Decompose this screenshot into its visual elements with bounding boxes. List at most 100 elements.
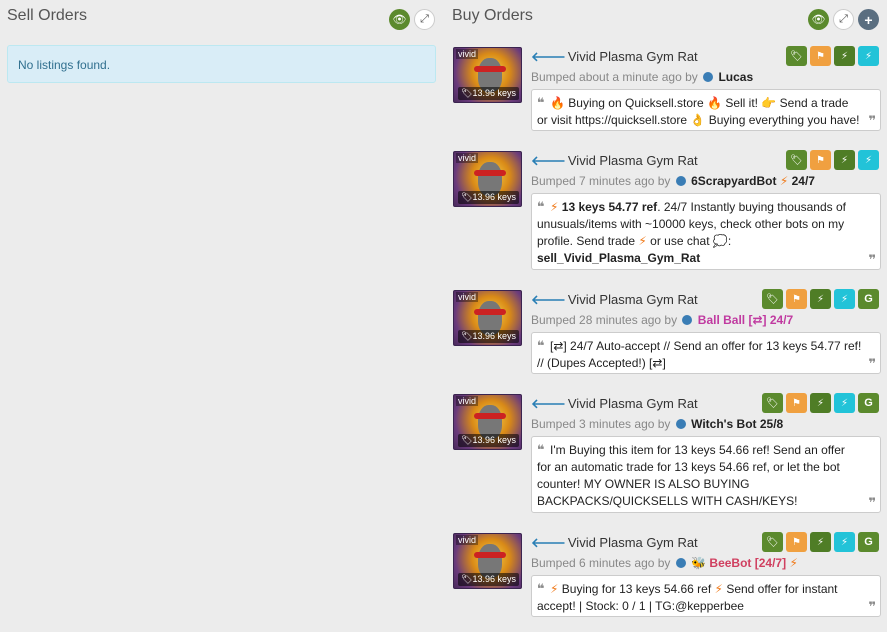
instant-trade-button[interactable]: ⚡	[858, 150, 879, 170]
price-button[interactable]: 🏷	[762, 289, 783, 309]
listing-comment: ❝ I'm Buying this item for 13 keys 54.66…	[531, 436, 881, 513]
user-link[interactable]: Witch's Bot 25/8	[691, 417, 783, 431]
lightning-icon: ⚡	[816, 536, 825, 548]
instant-trade-button[interactable]: ⚡	[834, 532, 855, 552]
arrow-left-icon: 🡐	[531, 153, 566, 168]
lightning-icon: ⚡	[549, 200, 559, 214]
lightning-icon: ⚡	[840, 397, 849, 409]
arrow-left-icon: 🡐	[531, 292, 566, 307]
expand-icon: ⤢	[839, 13, 848, 25]
tag-icon: 🏷	[461, 192, 473, 202]
trade-offer-button[interactable]: ⚡	[834, 46, 855, 66]
fire-icon: 🔥	[707, 96, 722, 110]
lightning-icon: ⚡	[789, 556, 798, 570]
lightning-icon: ⚡	[779, 174, 789, 188]
trade-offer-button[interactable]: ⚡	[810, 289, 831, 309]
instant-trade-button[interactable]: ⚡	[834, 393, 855, 413]
arrow-left-icon: 🡐	[531, 396, 566, 411]
flag-icon: ⚑	[792, 397, 801, 409]
tag-icon: 🏷	[766, 536, 779, 548]
instant-trade-button[interactable]: ⚡	[834, 289, 855, 309]
instant-trade-button[interactable]: ⚡	[858, 46, 879, 66]
listing-actions: 🏷 ⚑ ⚡ ⚡ G	[762, 393, 879, 413]
lightning-icon: ⚡	[864, 50, 873, 62]
bump-info: Bumped 6 minutes ago by 🐝 BeeBot [24/7] …	[531, 556, 798, 570]
lightning-icon: ⚡	[638, 234, 647, 248]
price-button[interactable]: 🏷	[786, 150, 807, 170]
listing-comment: ❝ ⚡ 13 keys 54.77 ref. 24/7 Instantly bu…	[531, 193, 881, 270]
user-link[interactable]: BeeBot [24/7]	[709, 556, 786, 570]
trade-offer-button[interactable]: ⚡	[834, 150, 855, 170]
flag-icon: ⚑	[816, 50, 825, 62]
sell-expand-button[interactable]: ⤢	[414, 9, 435, 30]
item-name[interactable]: 🡐 Vivid Plasma Gym Rat	[531, 49, 698, 65]
eye-icon: 👁	[392, 14, 407, 26]
flag-icon: ⚑	[792, 293, 801, 305]
price-button[interactable]: 🏷	[762, 393, 783, 413]
lightning-icon: ⚡	[549, 582, 559, 596]
g-logo-icon: G	[864, 536, 873, 548]
item-name[interactable]: 🡐 Vivid Plasma Gym Rat	[531, 292, 698, 308]
price-button[interactable]: 🏷	[762, 532, 783, 552]
user-avatar	[682, 315, 693, 325]
listing: vivid 🏷13.96 keys 🡐 Vivid Plasma Gym Rat …	[453, 532, 881, 623]
plus-icon: +	[864, 11, 873, 28]
listing-comment: ❝ ⚡ Buying for 13 keys 54.66 ref ⚡ Send …	[531, 575, 881, 617]
item-name[interactable]: 🡐 Vivid Plasma Gym Rat	[531, 396, 698, 412]
listing-comment: ❝ 🔥 Buying on Quicksell.store 🔥 Sell it!…	[531, 89, 881, 131]
item-thumbnail[interactable]: vivid 🏷13.96 keys	[453, 533, 522, 589]
lightning-icon: ⚡	[840, 536, 849, 548]
item-name[interactable]: 🡐 Vivid Plasma Gym Rat	[531, 153, 698, 169]
lightning-icon: ⚡	[840, 154, 849, 166]
quote-open-icon: ❝	[537, 442, 545, 457]
item-name[interactable]: 🡐 Vivid Plasma Gym Rat	[531, 535, 698, 551]
lightning-icon: ⚡	[840, 50, 849, 62]
quote-open-icon: ❝	[537, 199, 545, 214]
trade-offer-button[interactable]: ⚡	[810, 532, 831, 552]
quote-close-icon: ❞	[868, 495, 876, 510]
tag-icon: 🏷	[461, 88, 473, 98]
quality-label: vivid	[456, 153, 479, 163]
item-thumbnail[interactable]: vivid 🏷13.96 keys	[453, 290, 522, 346]
report-button[interactable]: ⚑	[786, 532, 807, 552]
marketplace-button[interactable]: G	[858, 289, 879, 309]
report-button[interactable]: ⚑	[786, 393, 807, 413]
arrow-left-icon: 🡐	[531, 535, 566, 550]
item-thumbnail[interactable]: vivid 🏷13.96 keys	[453, 151, 522, 207]
sell-command: sell_Vivid_Plasma_Gym_Rat	[537, 251, 701, 265]
price-tag: 🏷13.96 keys	[458, 87, 519, 100]
user-link[interactable]: 6ScrapyardBot ⚡ 24/7	[691, 174, 815, 188]
lightning-icon: ⚡	[714, 582, 723, 596]
eye-icon: 👁	[811, 14, 826, 26]
item-thumbnail[interactable]: vivid 🏷13.96 keys	[453, 394, 522, 450]
sell-empty-alert: No listings found.	[7, 45, 436, 83]
quote-close-icon: ❞	[868, 599, 876, 614]
bump-info: Bumped 3 minutes ago by Witch's Bot 25/8	[531, 417, 784, 431]
buy-visibility-toggle[interactable]: 👁	[808, 9, 829, 30]
tag-icon: 🏷	[790, 50, 803, 62]
tag-icon: 🏷	[766, 397, 779, 409]
report-button[interactable]: ⚑	[786, 289, 807, 309]
tag-icon: 🏷	[461, 574, 473, 584]
listing-actions: 🏷 ⚑ ⚡ ⚡ G	[762, 532, 879, 552]
item-thumbnail[interactable]: vivid 🏷13.96 keys	[453, 47, 522, 103]
buy-add-button[interactable]: +	[858, 9, 879, 30]
flag-icon: ⚑	[816, 154, 825, 166]
marketplace-button[interactable]: G	[858, 532, 879, 552]
report-button[interactable]: ⚑	[810, 46, 831, 66]
price-tag: 🏷13.96 keys	[458, 434, 519, 447]
price-button[interactable]: 🏷	[786, 46, 807, 66]
marketplace-button[interactable]: G	[858, 393, 879, 413]
buy-expand-button[interactable]: ⤢	[833, 9, 854, 30]
user-link[interactable]: Lucas	[718, 70, 753, 84]
trade-offer-button[interactable]: ⚡	[810, 393, 831, 413]
user-avatar	[675, 176, 686, 186]
listing-actions: 🏷 ⚑ ⚡ ⚡ G	[762, 289, 879, 309]
quote-open-icon: ❝	[537, 95, 545, 110]
user-avatar	[703, 72, 714, 82]
report-button[interactable]: ⚑	[810, 150, 831, 170]
sell-visibility-toggle[interactable]: 👁	[389, 9, 410, 30]
quote-open-icon: ❝	[537, 581, 545, 596]
user-link[interactable]: Ball Ball [⇄] 24/7	[698, 313, 793, 327]
pointing-hand-icon: 👉	[761, 96, 777, 110]
